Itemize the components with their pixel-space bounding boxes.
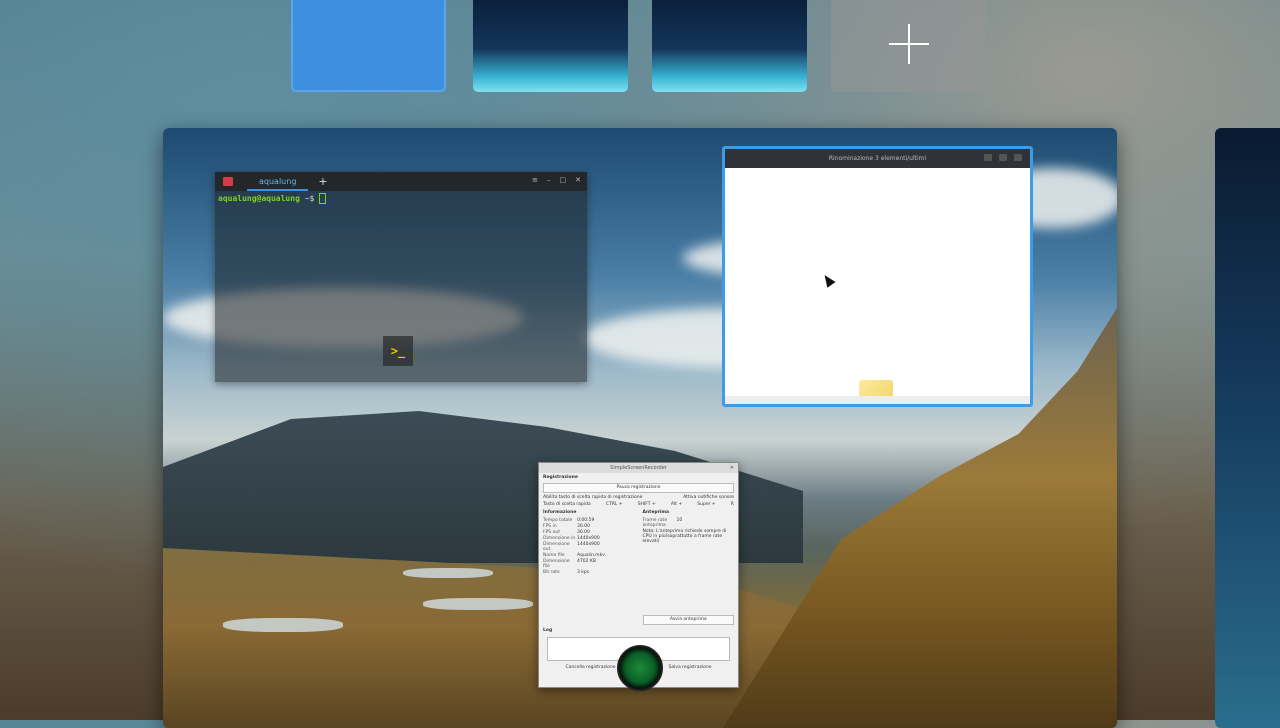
info-value: 0:00:59 [577, 517, 595, 523]
start-preview-button[interactable]: Avvia anteprima [642, 615, 734, 625]
recorder-title: SimpleScreenRecorder [610, 465, 667, 471]
minimize-icon[interactable]: – [547, 176, 551, 184]
info-key: Dimensione in [543, 535, 576, 541]
add-workspace-button[interactable] [831, 0, 986, 92]
info-value: 1440x900 [577, 541, 600, 547]
menu-icon[interactable]: ≡ [532, 176, 538, 184]
info-value: 1440x900 [577, 535, 600, 541]
terminal-output[interactable]: aqualung@aqualung ~$ [215, 191, 587, 206]
cancel-recording-button[interactable]: Cancella registrazione [565, 665, 615, 670]
hotkey-ctrl[interactable]: CTRL + [606, 502, 623, 507]
close-icon[interactable]: ✕ [730, 463, 734, 473]
preview-note: Nota: L'anteprima richiede sempre di CPU… [642, 529, 727, 544]
terminal-app-icon [223, 177, 233, 186]
workspace-3-thumbnail[interactable] [652, 0, 807, 92]
hotkey-alt[interactable]: Alt + [671, 502, 682, 507]
pause-recording-button[interactable]: Pausa registrazione [543, 483, 734, 493]
info-key: FPS out [543, 529, 560, 535]
hotkey-shift[interactable]: SHIFT + [638, 502, 656, 507]
close-button[interactable] [1014, 154, 1022, 161]
next-workspace-preview[interactable] [1215, 128, 1280, 728]
hotkey-key[interactable]: R [731, 502, 734, 507]
info-key: Tempo totale [543, 517, 573, 523]
status-bar [725, 396, 1030, 404]
terminal-tab[interactable]: aqualung [247, 172, 309, 191]
prompt-path: ~$ [299, 194, 320, 203]
recording-indicator-icon[interactable] [617, 645, 663, 691]
workspace-2-thumbnail[interactable] [473, 0, 628, 92]
enable-hotkey-checkbox[interactable]: Abilita tasto di scelta rapida di regist… [543, 495, 642, 500]
section-log: Log [543, 628, 553, 633]
file-manager-window[interactable]: Rinominazione 3 elementi/ultimi [722, 146, 1033, 407]
info-key: Dimensione file [543, 558, 570, 569]
mouse-pointer-icon [820, 272, 836, 288]
minimize-button[interactable] [999, 154, 1007, 161]
save-recording-button[interactable]: Salva registrazione [668, 665, 711, 670]
info-value: Aqualin.mkv [577, 552, 605, 558]
plus-icon [888, 24, 929, 64]
prompt-user: aqualung@aqualung [218, 194, 300, 203]
info-value: 30.00 [577, 523, 590, 529]
audio-notify-checkbox[interactable]: Attiva notifiche sonore [683, 495, 734, 500]
preview-frames-label: Frame rate anteprima [642, 517, 668, 528]
section-preview: Anteprima [642, 510, 670, 515]
file-manager-content[interactable] [725, 168, 1030, 404]
terminal-logo-icon: >_ [383, 336, 413, 366]
hotkey-label: Tasto di scelta rapida [543, 502, 591, 507]
terminal-titlebar[interactable]: aqualung + ≡ – □ ✕ [215, 172, 587, 191]
new-tab-button[interactable]: + [318, 175, 327, 188]
info-value: 4702 KB [577, 558, 596, 564]
hotkey-super[interactable]: Super + [697, 502, 715, 507]
info-key: Nome file [543, 552, 565, 558]
info-key: Dimensione out [543, 541, 570, 552]
section-info: Informazione [543, 510, 577, 515]
info-key: FPS in [543, 523, 557, 529]
workspace-1-thumbnail[interactable] [291, 0, 446, 92]
info-value: 3 kps [577, 569, 590, 575]
close-icon[interactable]: ✕ [575, 176, 581, 184]
recorder-titlebar[interactable]: SimpleScreenRecorder ✕ [539, 463, 738, 473]
file-manager-titlebar[interactable]: Rinominazione 3 elementi/ultimi [725, 149, 1030, 168]
section-recording: Registrazione [543, 475, 578, 480]
preview-frames-input[interactable]: 10 [677, 518, 683, 528]
menu-button[interactable] [984, 154, 992, 161]
cursor [319, 193, 327, 204]
maximize-icon[interactable]: □ [560, 176, 567, 184]
info-key: Bit rate [543, 569, 560, 575]
info-value: 30.00 [577, 529, 590, 535]
